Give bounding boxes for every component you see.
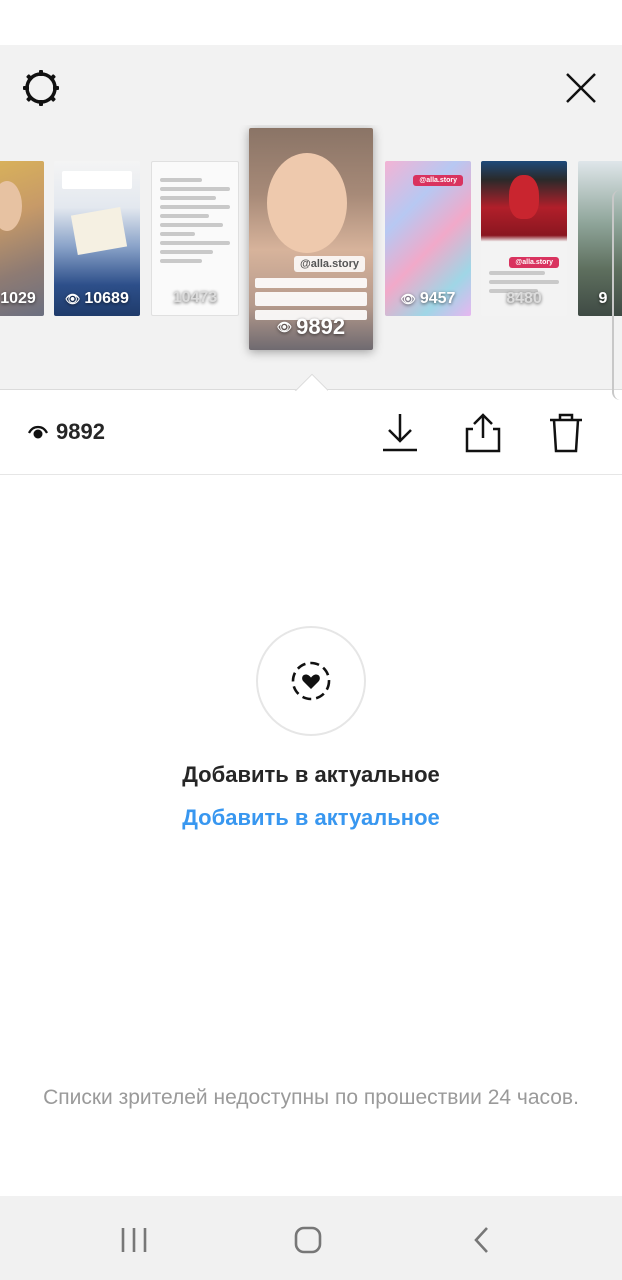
story-thumbnails: 1029 👁 10689 10473 @alla.story 👁 9892 @all… [0,125,622,375]
caption-box [255,292,367,306]
back-icon [474,1227,488,1253]
add-highlight-link[interactable]: Добавить в актуальное [0,805,622,831]
story-view-count: 1029 [0,290,36,307]
eye-icon: 👁 [65,292,81,306]
highlight-title: Добавить в актуальное [182,762,440,787]
story-view-count: 10473 [172,289,218,306]
story-view-count: 8480 [506,290,542,307]
story-thumbnail-active[interactable]: @alla.story 👁 9892 [249,128,373,350]
story-action-bar: 9892 [0,391,622,475]
home-button[interactable] [286,1218,330,1262]
share-icon [465,413,501,453]
download-button[interactable] [376,409,424,457]
mask-shape [509,175,539,219]
settings-button[interactable] [18,65,64,111]
view-count-number: 9892 [56,419,105,444]
story-strip-panel: 1029 👁 10689 10473 @alla.story 👁 9892 @all… [0,45,622,390]
add-highlight-circle[interactable] [256,626,366,736]
home-icon [294,1226,322,1254]
viewers-unavailable-note: Списки зрителей недоступны по прошествии… [43,1086,579,1109]
story-view-count: 👁 9457 [400,290,456,307]
story-handle-tag: @alla.story [413,175,463,186]
eye-icon: 👁 [400,292,416,306]
recents-button[interactable] [112,1218,156,1262]
download-icon [383,414,417,452]
package-shape [70,206,128,256]
story-handle-tag: @alla.story [509,257,559,268]
share-button[interactable] [459,409,507,457]
caption-box [255,278,367,288]
eye-icon [28,425,48,439]
active-story-pointer [294,372,328,391]
trash-icon [550,413,582,453]
story-thumbnail[interactable]: @alla.story 8480 [481,161,567,316]
chat-text-lines [160,178,230,268]
story-thumbnail[interactable]: @alla.story 👁 9457 [385,161,471,316]
android-navigation-bar [0,1196,622,1280]
gear-icon [23,70,59,106]
delete-button[interactable] [542,409,590,457]
close-button[interactable] [558,65,604,111]
eye-icon: 👁 [276,320,293,334]
view-count[interactable]: 9892 [28,419,105,445]
caption-sticker [62,171,132,189]
story-handle-tag: @alla.story [293,256,365,272]
highlight-section: Добавить в актуальное Добавить в актуаль… [0,476,622,1196]
recents-icon [121,1228,147,1252]
highlight-heart-icon [291,661,331,701]
face-shape [267,153,347,253]
story-thumbnail[interactable]: 1029 [0,161,44,316]
status-bar-area [0,0,622,45]
story-view-count: 👁 10689 [65,290,129,307]
story-thumbnail[interactable]: 👁 10689 [54,161,140,316]
close-icon [566,73,596,103]
back-button[interactable] [460,1218,504,1262]
story-view-count: 👁 9892 [276,314,346,339]
story-thumbnail[interactable]: 10473 [151,161,239,316]
edge-panel-handle[interactable] [612,190,622,400]
face-shape [0,181,22,231]
